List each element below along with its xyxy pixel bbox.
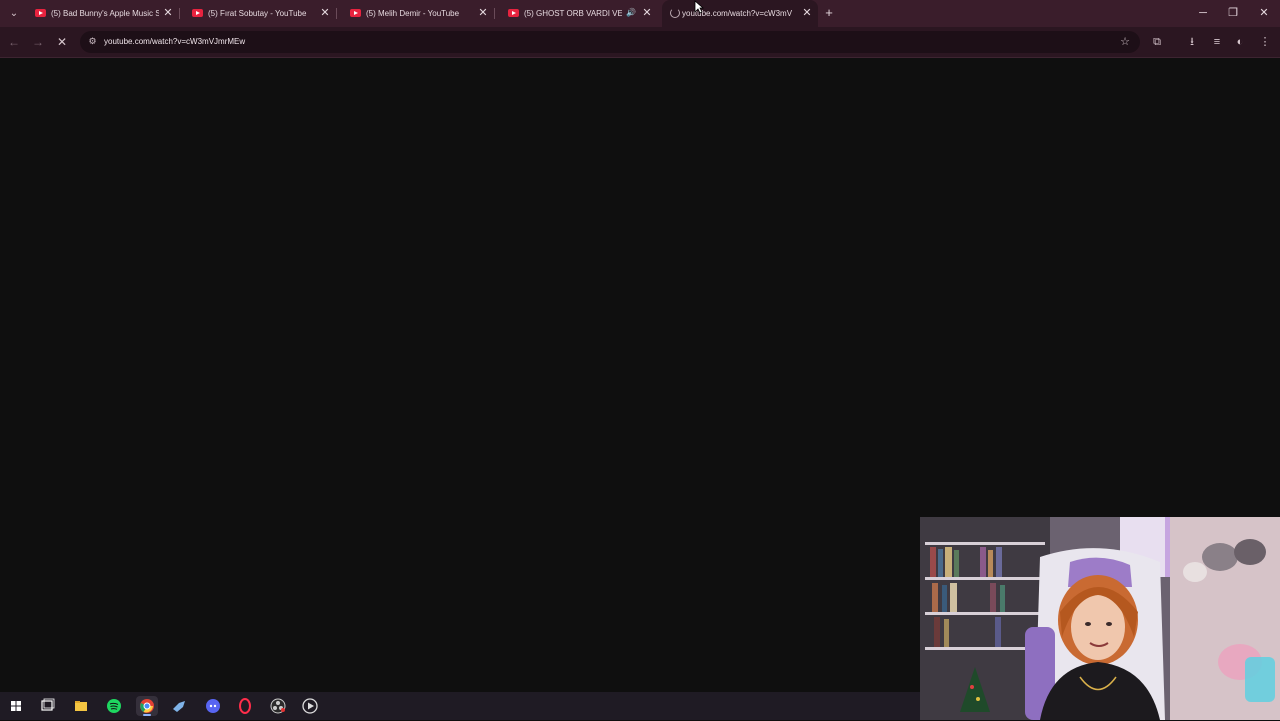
site-info-icon[interactable]: ⚙ [87, 36, 98, 47]
tab-separator [336, 8, 337, 19]
tab-title: (5) GHOST ORB VARDI VE C [524, 9, 622, 18]
task-view-icon[interactable] [36, 696, 58, 716]
forward-arrow-icon[interactable]: → [30, 34, 46, 50]
obs-icon[interactable] [267, 696, 289, 716]
mouse-cursor-icon [694, 0, 705, 19]
close-tab-icon[interactable]: ✕ [318, 6, 332, 20]
spotify-icon[interactable] [103, 696, 125, 716]
opera-gx-icon[interactable] [234, 696, 256, 716]
youtube-icon [192, 9, 203, 17]
extensions-icon[interactable]: ⧉ [1149, 34, 1165, 50]
stop-loading-icon[interactable]: ✕ [54, 34, 70, 50]
youtube-icon [35, 9, 46, 17]
restore-icon[interactable]: ❐ [1223, 5, 1243, 21]
tab-strip: ⌄ (5) Bad Bunny's Apple Music Su ✕ (5) F… [0, 0, 1280, 27]
address-bar[interactable]: ⚙ youtube.com/watch?v=cW3mVJmrMEw ☆ [80, 31, 1140, 53]
webcam-overlay [920, 517, 1280, 720]
chrome-icon[interactable] [136, 696, 158, 716]
tab-separator [494, 8, 495, 19]
close-tab-icon[interactable]: ✕ [800, 6, 814, 20]
profile-avatar[interactable]: ◐ [1232, 34, 1248, 50]
youtube-icon [350, 9, 361, 17]
tab-search-button[interactable]: ⌄ [6, 6, 22, 22]
file-explorer-icon[interactable] [70, 696, 92, 716]
steam-icon[interactable] [168, 696, 190, 716]
downloads-icon[interactable]: ⭳ [1184, 34, 1200, 50]
bookmark-star-icon[interactable]: ☆ [1117, 34, 1133, 50]
windows-start-icon[interactable] [5, 696, 27, 716]
minimize-icon[interactable]: ─ [1193, 5, 1213, 21]
browser-toolbar: ← → ✕ ⚙ youtube.com/watch?v=cW3mVJmrMEw … [0, 27, 1280, 58]
media-player-icon[interactable] [299, 696, 321, 716]
tab-active-loading[interactable]: youtube.com/watch?v=cW3mV ✕ [662, 0, 818, 27]
back-arrow-icon[interactable]: ← [6, 34, 22, 50]
tab-separator [179, 8, 180, 19]
tab-title: (5) Bad Bunny's Apple Music Su [51, 9, 159, 18]
close-tab-icon[interactable]: ✕ [161, 6, 175, 20]
close-window-icon[interactable]: ✕ [1254, 5, 1274, 21]
youtube-icon [508, 9, 519, 17]
tab-title: (5) Melih Demir - YouTube [366, 9, 460, 18]
menu-kebab-icon[interactable]: ⋮ [1257, 34, 1273, 50]
speaker-icon[interactable]: 🔊 [626, 8, 636, 17]
tab-ghost-orb[interactable]: (5) GHOST ORB VARDI VE C 🔊 ✕ [500, 0, 658, 27]
loading-spinner-icon [670, 8, 680, 18]
tab-bad-bunny[interactable]: (5) Bad Bunny's Apple Music Su ✕ [27, 0, 180, 27]
new-tab-button[interactable]: + [822, 6, 836, 20]
close-tab-icon[interactable]: ✕ [640, 6, 654, 20]
tab-melih-demir[interactable]: (5) Melih Demir - YouTube ✕ [342, 0, 495, 27]
tab-firat-sobutay[interactable]: (5) Fırat Sobutay - YouTube ✕ [184, 0, 337, 27]
close-tab-icon[interactable]: ✕ [476, 6, 490, 20]
url-text[interactable]: youtube.com/watch?v=cW3mVJmrMEw [104, 37, 245, 46]
tab-title: (5) Fırat Sobutay - YouTube [208, 9, 307, 18]
discord-icon[interactable] [202, 696, 224, 716]
active-indicator [143, 714, 151, 716]
windows-taskbar [0, 692, 920, 720]
media-controls-icon[interactable]: ≡ [1209, 34, 1225, 50]
